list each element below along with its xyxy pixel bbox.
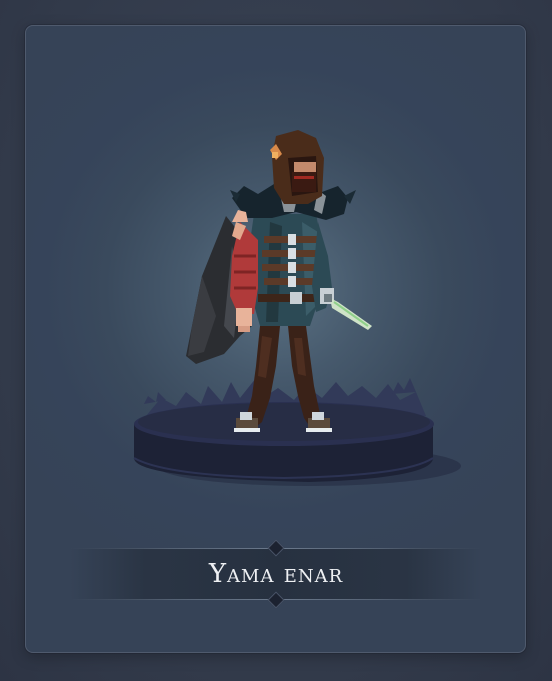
character-card[interactable]: Yama enar xyxy=(25,25,526,653)
character-sprite xyxy=(186,130,372,432)
pedestal xyxy=(133,402,461,486)
page: Yama enar xyxy=(0,0,552,681)
character-name: Yama enar xyxy=(208,559,344,589)
name-banner: Yama enar xyxy=(70,539,482,609)
